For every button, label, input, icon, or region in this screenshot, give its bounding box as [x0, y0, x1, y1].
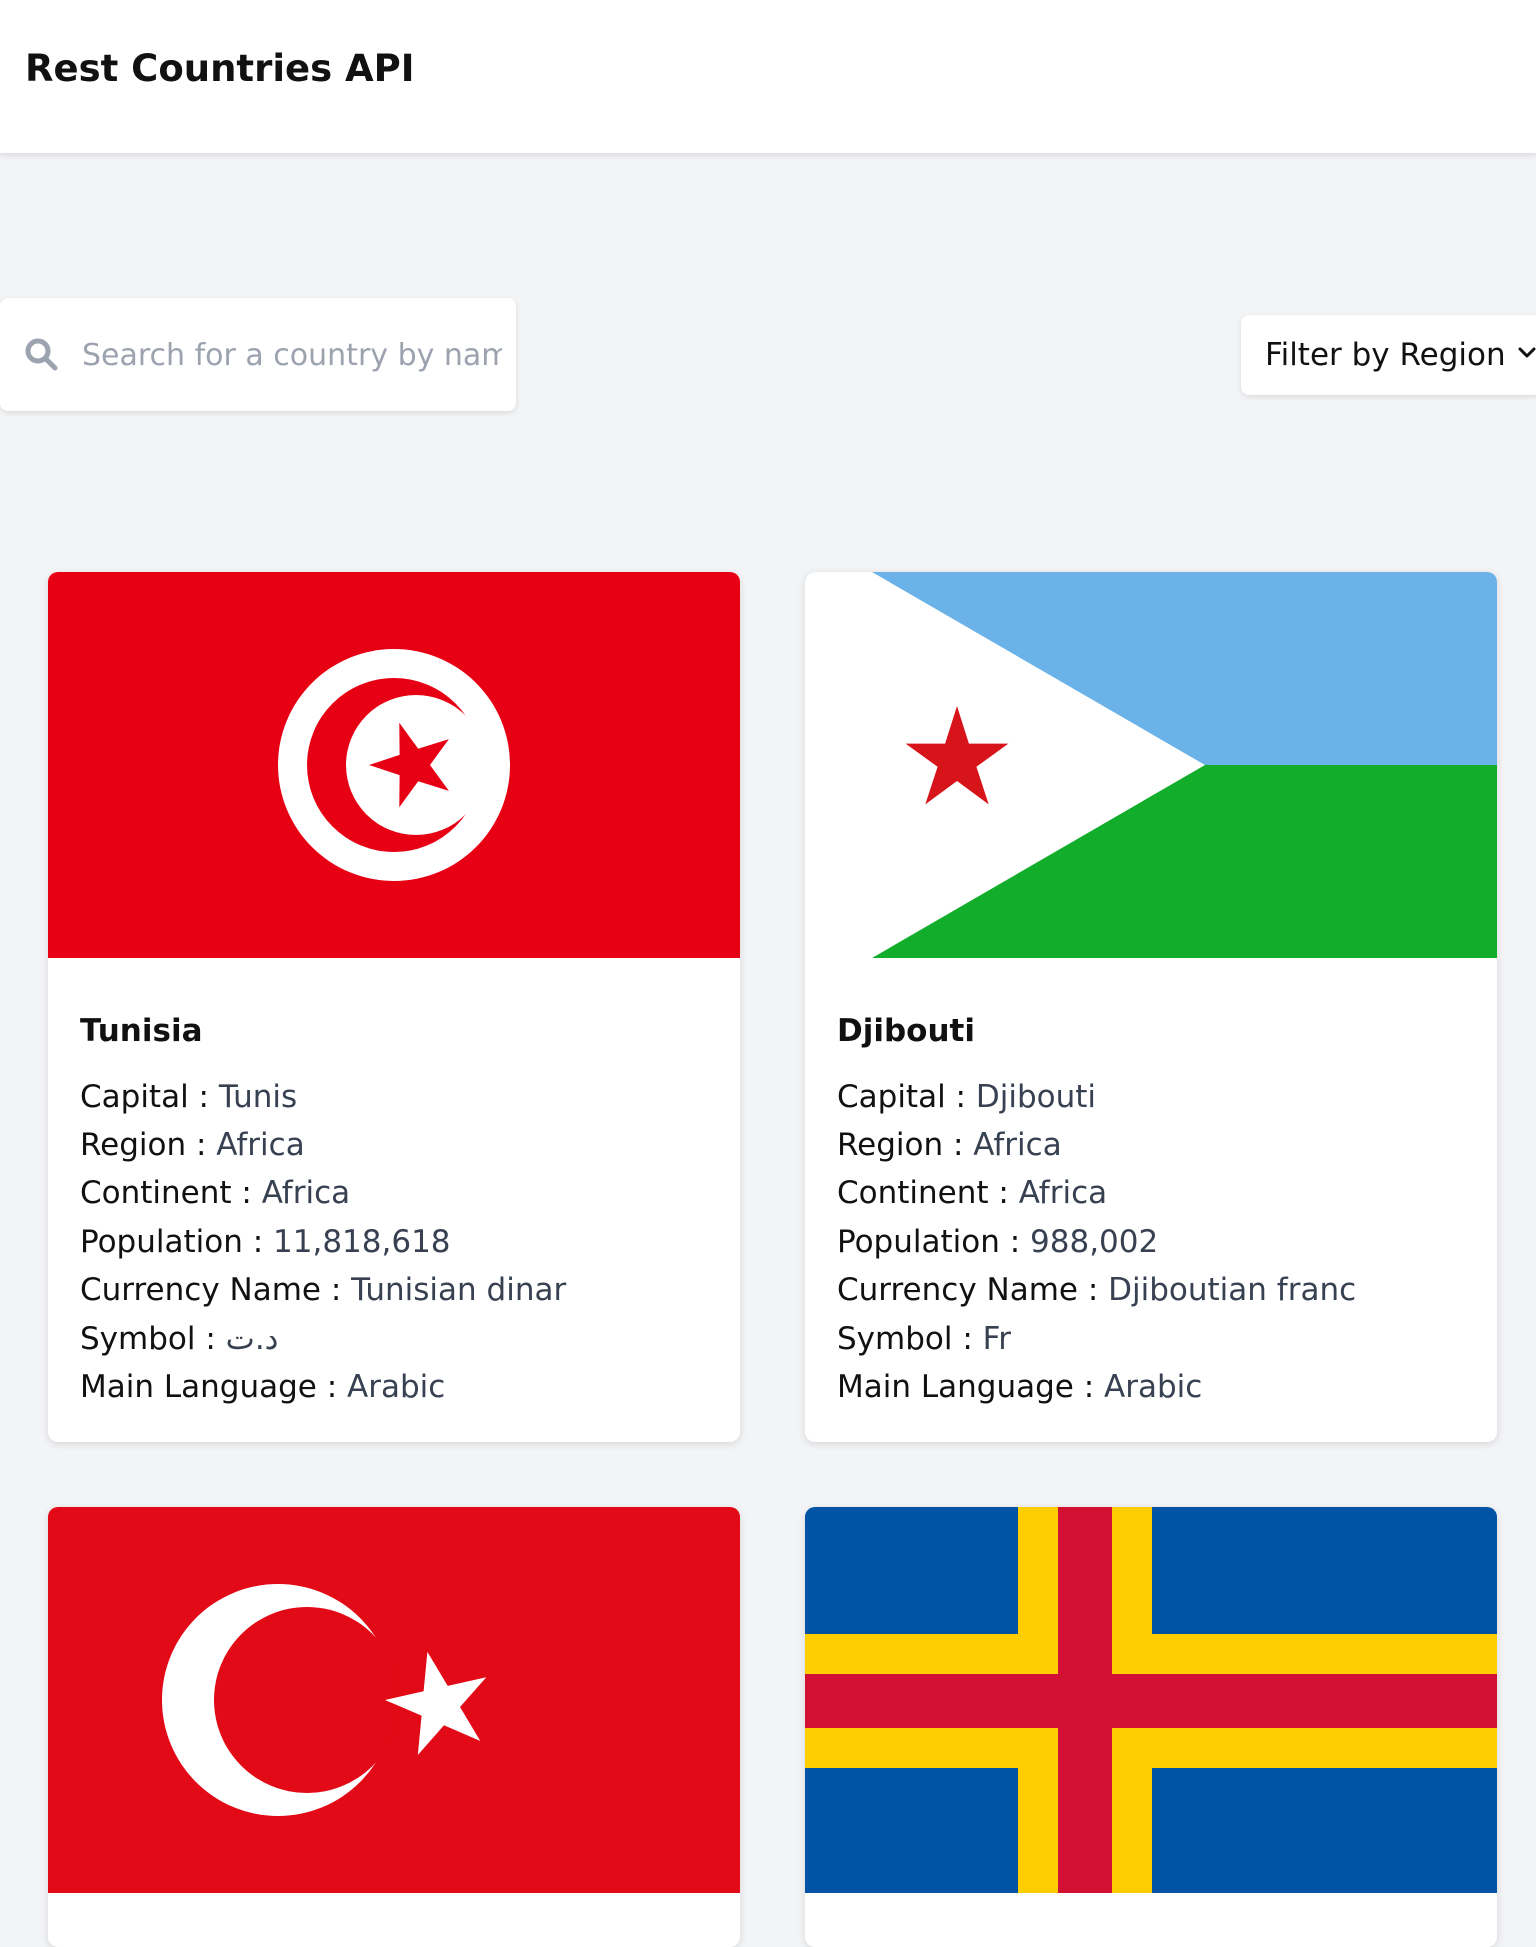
continent-label: Continent :	[837, 1175, 1019, 1211]
chevron-down-icon	[1518, 347, 1536, 358]
country-name: Djibouti	[837, 1013, 975, 1049]
filter-label: Filter by Region	[1265, 337, 1506, 373]
language-row: Main Language : Arabic	[837, 1369, 1202, 1405]
symbol-value: د.ت	[225, 1321, 279, 1357]
continent-row: Continent : Africa	[837, 1175, 1107, 1211]
language-row: Main Language : Arabic	[80, 1369, 445, 1405]
language-label: Main Language :	[837, 1369, 1104, 1405]
region-value: Africa	[216, 1127, 305, 1163]
search-icon	[25, 338, 58, 371]
population-label: Population :	[837, 1224, 1031, 1260]
capital-value: Tunis	[218, 1079, 298, 1115]
capital-row: Capital : Tunis	[80, 1079, 297, 1115]
djibouti-flag-icon	[805, 572, 1497, 958]
population-value: 11,818,618	[273, 1224, 451, 1260]
population-value: 988,002	[1030, 1224, 1159, 1260]
page-title: Rest Countries API	[25, 47, 415, 90]
symbol-value: Fr	[982, 1321, 1011, 1357]
turkey-flag-icon	[48, 1507, 740, 1893]
region-label: Region :	[837, 1127, 974, 1163]
country-card-tunisia[interactable]: Tunisia Capital : Tunis Region : Africa …	[48, 572, 740, 1442]
region-value: Africa	[973, 1127, 1062, 1163]
capital-label: Capital :	[837, 1079, 976, 1115]
language-label: Main Language :	[80, 1369, 347, 1405]
population-row: Population : 11,818,618	[80, 1224, 451, 1260]
continent-value: Africa	[1018, 1175, 1108, 1211]
region-row: Region : Africa	[80, 1127, 305, 1163]
symbol-label: Symbol :	[837, 1321, 983, 1357]
region-label: Region :	[80, 1127, 217, 1163]
language-value: Arabic	[347, 1369, 446, 1405]
currency-label: Currency Name :	[837, 1272, 1109, 1308]
continent-row: Continent : Africa	[80, 1175, 350, 1211]
country-card-aland-islands[interactable]	[805, 1507, 1497, 1947]
region-filter-select[interactable]: Filter by Region	[1241, 315, 1536, 395]
currency-label: Currency Name :	[80, 1272, 352, 1308]
language-value: Arabic	[1104, 1369, 1203, 1405]
capital-row: Capital : Djibouti	[837, 1079, 1096, 1115]
currency-value: Djiboutian franc	[1108, 1272, 1357, 1308]
search-input[interactable]	[80, 326, 504, 384]
symbol-label: Symbol :	[80, 1321, 226, 1357]
currency-row: Currency Name : Djiboutian franc	[837, 1272, 1356, 1308]
tunisia-flag-icon	[48, 572, 740, 958]
currency-value: Tunisian dinar	[351, 1272, 567, 1308]
symbol-row: Symbol : د.ت	[80, 1321, 278, 1357]
search-box[interactable]	[0, 298, 516, 411]
population-label: Population :	[80, 1224, 274, 1260]
population-row: Population : 988,002	[837, 1224, 1158, 1260]
country-name: Tunisia	[80, 1013, 203, 1049]
symbol-row: Symbol : Fr	[837, 1321, 1011, 1357]
capital-value: Djibouti	[975, 1079, 1097, 1115]
continent-label: Continent :	[80, 1175, 262, 1211]
app-header: Rest Countries API	[0, 0, 1536, 153]
capital-label: Capital :	[80, 1079, 219, 1115]
country-card-djibouti[interactable]: Djibouti Capital : Djibouti Region : Afr…	[805, 572, 1497, 1442]
country-card-turkey[interactable]	[48, 1507, 740, 1947]
currency-row: Currency Name : Tunisian dinar	[80, 1272, 566, 1308]
continent-value: Africa	[261, 1175, 351, 1211]
region-row: Region : Africa	[837, 1127, 1062, 1163]
aland-islands-flag-icon	[805, 1507, 1497, 1893]
